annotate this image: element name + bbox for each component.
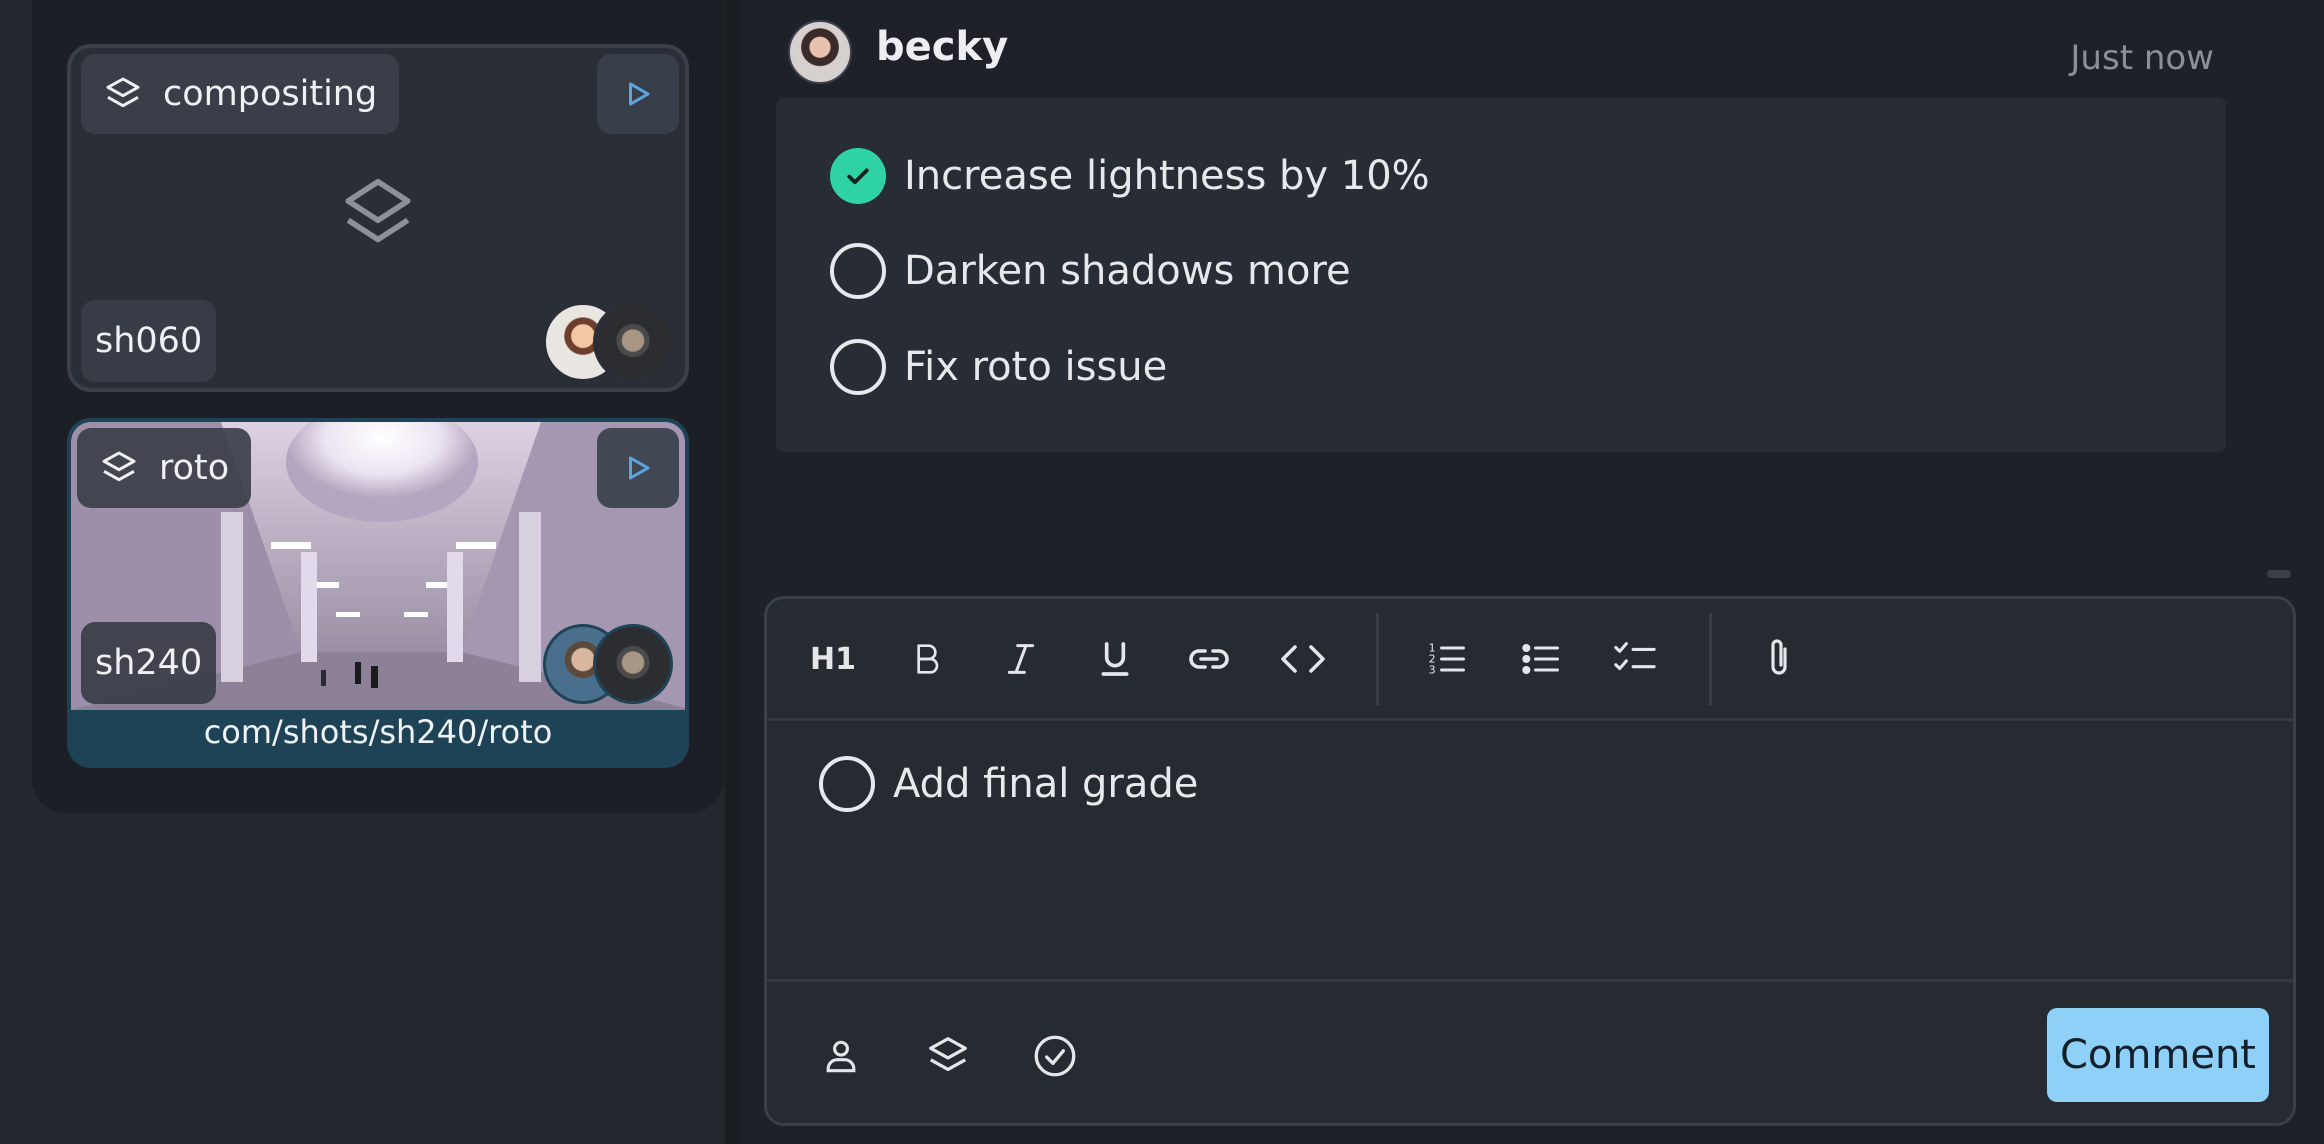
code-button[interactable] <box>1271 627 1335 691</box>
shot-name: sh240 <box>81 622 217 704</box>
play-icon <box>629 82 650 106</box>
draft-task-label[interactable]: Add final grade <box>893 761 1198 807</box>
task-item[interactable]: Darken shadows more <box>830 243 1351 299</box>
task-item[interactable]: Fix roto issue <box>830 339 1167 395</box>
play-button[interactable] <box>597 428 679 508</box>
layers-icon <box>929 1037 967 1072</box>
task-item[interactable]: Increase lightness by 10% <box>830 148 1430 204</box>
task-label: Fix roto issue <box>904 344 1168 390</box>
heading-button[interactable]: H1 <box>801 627 865 691</box>
attach-button[interactable] <box>1747 627 1811 691</box>
bullet-list-button[interactable] <box>1509 627 1573 691</box>
unchecked-checkbox[interactable] <box>830 243 886 299</box>
unchecked-checkbox[interactable] <box>819 756 875 812</box>
layers-icon <box>106 77 140 108</box>
ordered-list-icon: 123 <box>1429 642 1465 677</box>
task-name: compositing <box>163 74 378 114</box>
mention-user-button[interactable] <box>811 1026 871 1086</box>
shot-card-sh240[interactable]: roto sh240 com/shots/sh240/roto <box>67 418 689 768</box>
add-task-button[interactable] <box>1025 1026 1085 1086</box>
comment-timestamp: Just now <box>2070 38 2214 78</box>
task-chip[interactable]: compositing <box>81 54 400 134</box>
task-list-icon <box>1614 642 1656 671</box>
play-icon <box>629 456 650 480</box>
layers-icon <box>102 451 136 482</box>
checked-checkbox[interactable] <box>830 148 886 204</box>
avatar <box>593 624 673 704</box>
panel-divider[interactable] <box>725 0 740 1144</box>
avatar <box>593 302 673 382</box>
bullet-list-icon <box>1522 643 1559 675</box>
code-icon <box>1281 645 1325 673</box>
unchecked-checkbox[interactable] <box>830 339 886 395</box>
italic-icon <box>1007 644 1035 674</box>
task-name: roto <box>159 448 230 488</box>
link-icon <box>1189 649 1229 669</box>
task-list-button[interactable] <box>1603 627 1667 691</box>
link-task-button[interactable] <box>918 1026 978 1086</box>
link-button[interactable] <box>1177 627 1241 691</box>
comment-panel: becky Just now Increase lightness by 10%… <box>740 0 2324 1144</box>
underline-icon <box>1101 642 1129 676</box>
editor-footer: Comment <box>767 979 2293 1123</box>
play-button[interactable] <box>597 54 679 134</box>
comment-author: becky <box>876 24 1009 70</box>
italic-button[interactable] <box>989 627 1053 691</box>
shot-name: sh060 <box>81 300 217 382</box>
placeholder-layers-icon <box>336 173 420 261</box>
editor-toolbar: H1 123 <box>767 599 2293 721</box>
underline-button[interactable] <box>1083 627 1147 691</box>
task-label: Increase lightness by 10% <box>904 153 1430 199</box>
user-icon <box>826 1040 856 1073</box>
comment-body: Increase lightness by 10% Darken shadows… <box>776 98 2226 452</box>
paperclip-icon <box>1771 639 1787 675</box>
assignee-avatars <box>543 624 673 704</box>
check-icon <box>847 168 869 185</box>
task-chip[interactable]: roto <box>77 428 252 508</box>
bold-button[interactable] <box>895 627 959 691</box>
comment-submit-button[interactable]: Comment <box>2047 1008 2269 1102</box>
assignee-avatars <box>543 302 673 382</box>
resize-handle[interactable] <box>2267 570 2291 578</box>
ordered-list-button[interactable]: 123 <box>1415 627 1479 691</box>
comment-editor: H1 123 Add final grade Comment <box>764 596 2296 1126</box>
toolbar-divider <box>1709 613 1712 705</box>
avatar <box>788 20 852 84</box>
shot-card-sh060[interactable]: compositing sh060 <box>67 44 689 392</box>
shot-path[interactable]: com/shots/sh240/roto <box>71 706 685 764</box>
shot-list: compositing sh060 roto sh240 com/shots/s… <box>32 0 724 813</box>
task-label: Darken shadows more <box>904 248 1351 294</box>
toolbar-divider <box>1376 613 1379 705</box>
draft-task-item[interactable]: Add final grade <box>819 756 1198 812</box>
check-circle-icon <box>1034 1035 1076 1077</box>
svg-text:3: 3 <box>1429 664 1436 677</box>
bold-icon <box>917 644 939 674</box>
shot-panel: compositing sh060 roto sh240 com/shots/s… <box>0 0 740 1144</box>
